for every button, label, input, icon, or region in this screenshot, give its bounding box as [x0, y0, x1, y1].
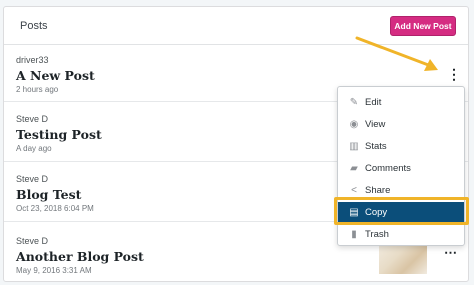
annotation-arrow — [355, 36, 438, 71]
